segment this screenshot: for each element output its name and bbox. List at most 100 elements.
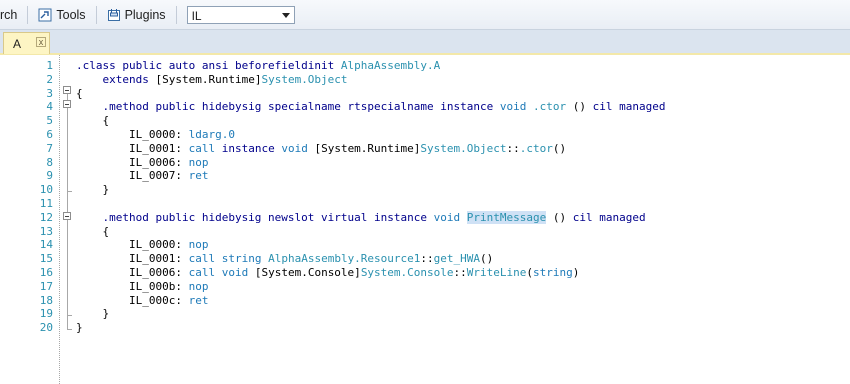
code-token: call — [188, 252, 216, 266]
code-text: } — [76, 307, 109, 321]
line-number: 6 — [46, 128, 53, 141]
code-token: () — [552, 141, 567, 155]
code-token: [System.Console] — [248, 266, 361, 279]
plugins-menu-button[interactable]: Plugins — [103, 4, 170, 26]
tools-icon — [38, 8, 52, 22]
code-text: IL_0006: call void [System.Console]Syste… — [76, 266, 579, 280]
code-token: AlphaAssembly.Resource1 — [268, 252, 421, 266]
line-number: 16 — [39, 266, 53, 279]
code-token: { — [76, 86, 83, 100]
line-number: 8 — [46, 155, 53, 169]
fold-guide — [67, 315, 72, 316]
code-token: IL_0000: — [76, 128, 189, 141]
line-number: 4 — [46, 100, 53, 114]
code-token: extends — [76, 72, 156, 86]
code-text: { — [76, 87, 83, 101]
code-text: .method public hidebysig newslot virtual… — [76, 210, 646, 225]
chevron-down-icon — [281, 12, 290, 18]
code-text: .method public hidebysig specialname rts… — [76, 100, 665, 114]
code-text: IL_0007: ret — [76, 169, 209, 183]
fold-toggle-icon[interactable] — [63, 100, 71, 108]
fold-guide — [67, 191, 72, 192]
code-text: IL_0001: call instance void [System.Runt… — [76, 142, 566, 156]
fold-toggle-icon[interactable] — [63, 212, 71, 220]
code-token: .ctor — [532, 100, 567, 114]
code-token: ) — [572, 266, 580, 279]
fold-guide — [67, 329, 72, 330]
code-token: string — [221, 252, 262, 266]
line-number: 5 — [46, 114, 53, 128]
line-number: 14 — [39, 238, 53, 252]
code-token: } — [76, 183, 110, 197]
line-number: 15 — [39, 252, 53, 266]
code-text: } — [76, 183, 109, 197]
line-number: 20 — [39, 321, 53, 335]
code-token: IL_0001: — [76, 252, 189, 266]
code-token: ldarg.0 — [188, 128, 235, 141]
plugins-menu-label: Plugins — [124, 7, 166, 22]
code-token: IL_0006: — [76, 266, 189, 279]
line-number: 18 — [39, 293, 53, 307]
code-token: .class public auto ansi beforefieldinit — [76, 59, 341, 72]
code-text: IL_0001: call string AlphaAssembly.Resou… — [76, 252, 493, 266]
code-token: .method public hidebysig newslot virtual… — [76, 210, 434, 224]
code-token: call — [188, 141, 216, 155]
code-text: .class public auto ansi beforefieldinit … — [76, 59, 440, 73]
code-text: { — [76, 225, 109, 239]
line-number: 19 — [39, 307, 53, 321]
document-tab-strip: A x — [0, 30, 850, 55]
code-token: AlphaAssembly.A — [340, 59, 441, 72]
code-editor[interactable]: 1 .class public auto ansi beforefieldinit… — [0, 55, 850, 384]
code-text: IL_0006: nop — [76, 155, 209, 170]
language-select[interactable]: IL — [186, 5, 295, 24]
code-token: .ctor — [519, 141, 553, 155]
code-token: ret — [188, 169, 209, 183]
code-token: cil managed — [572, 210, 646, 224]
line-number: 7 — [46, 141, 53, 155]
code-token: :: — [453, 266, 467, 279]
tab-a[interactable]: A x — [3, 32, 50, 54]
code-token: ret — [188, 293, 209, 307]
code-token: IL_0007: — [76, 169, 189, 183]
code-text: IL_0000: nop — [76, 238, 209, 252]
code-token: System.Object — [420, 141, 507, 155]
code-token: void — [221, 266, 249, 279]
code-token: IL_0001: — [76, 141, 189, 155]
code-token: get_HWA — [433, 252, 481, 266]
fold-toggle-icon[interactable] — [63, 86, 71, 94]
search-button[interactable]: rch — [0, 4, 21, 26]
code-token: { — [76, 224, 110, 238]
code-token: :: — [420, 252, 434, 266]
toolbar-separator — [95, 5, 97, 24]
line-number: 1 — [46, 59, 53, 72]
code-token: { — [76, 114, 110, 128]
line-number: 10 — [39, 183, 53, 197]
code-token: System.Object — [261, 72, 348, 86]
code-token: PrintMessage — [466, 210, 547, 224]
line-number: 9 — [46, 169, 53, 183]
toolbar-separator — [175, 5, 177, 24]
code-token: IL_0000: — [76, 238, 189, 252]
close-icon[interactable]: x — [36, 37, 46, 47]
line-number: 2 — [46, 72, 53, 86]
code-token: IL_0006: — [76, 155, 189, 169]
code-token: string — [533, 266, 573, 279]
code-text: extends [System.Runtime]System.Object — [76, 72, 348, 87]
code-token: IL_000b: — [76, 279, 189, 293]
code-text: } — [76, 321, 83, 335]
code-token: () — [480, 252, 494, 266]
code-token: void — [499, 100, 527, 114]
code-token: void — [433, 210, 461, 224]
code-token: () — [566, 100, 593, 114]
code-token: cil managed — [592, 100, 666, 114]
code-token: :: — [506, 141, 520, 155]
language-select-value: IL — [191, 8, 202, 23]
tools-menu-button[interactable]: Tools — [34, 4, 89, 26]
code-token: WriteLine — [466, 266, 527, 279]
line-number: 17 — [39, 279, 53, 293]
code-token: .method public hidebysig specialname rts… — [76, 100, 500, 114]
